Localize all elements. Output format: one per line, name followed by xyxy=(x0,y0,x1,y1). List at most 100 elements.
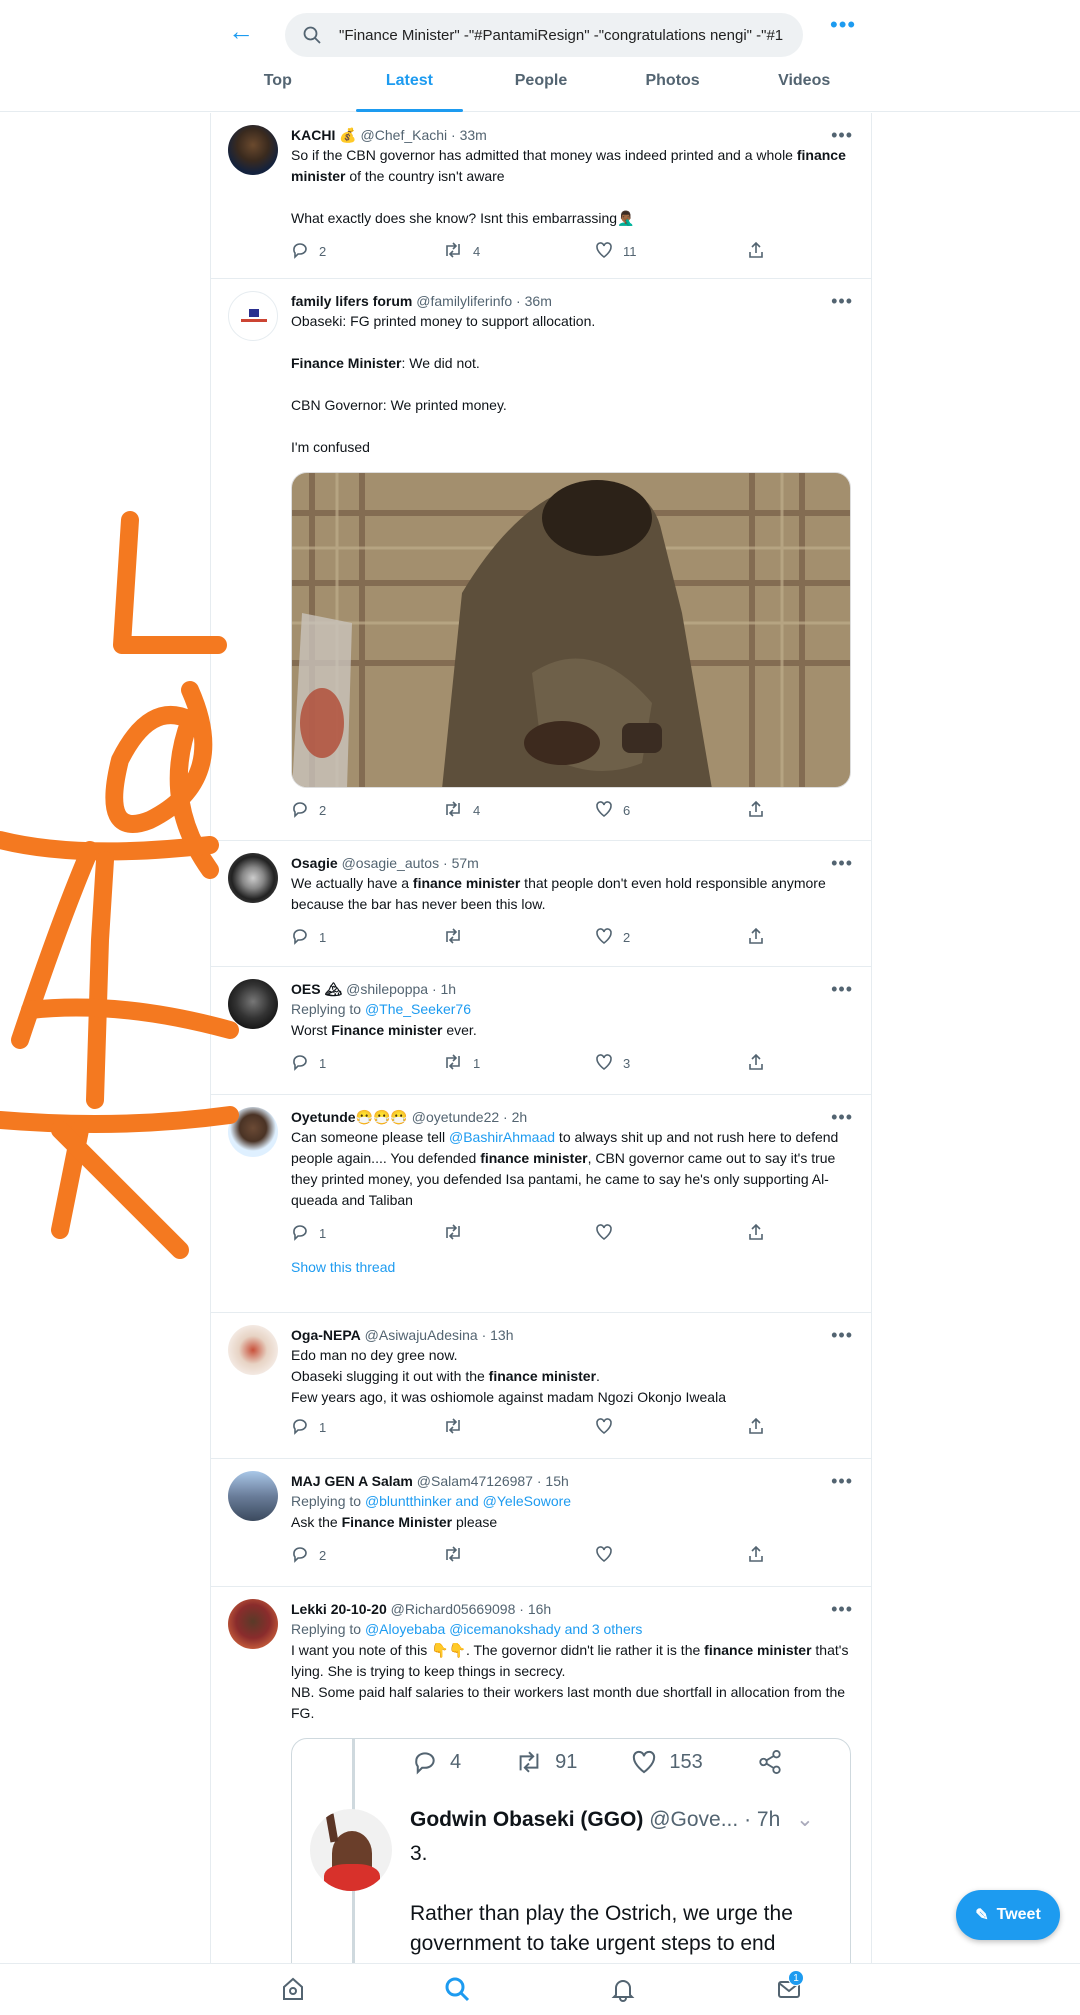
tweet-more-icon[interactable]: ••• xyxy=(831,1471,853,1492)
avatar[interactable] xyxy=(228,125,278,175)
tab-top[interactable]: Top xyxy=(212,66,344,112)
reply-button[interactable]: 2 xyxy=(291,1545,443,1566)
mention-link[interactable]: @bluntthinker and @YeleSowore xyxy=(365,1493,571,1509)
share-button[interactable] xyxy=(747,927,765,948)
quote-retweet-button[interactable]: 91 xyxy=(515,1749,577,1775)
tweet[interactable]: OES 🏔 @shilepoppa · 1h ••• Replying to @… xyxy=(211,967,871,1095)
tweet[interactable]: family lifers forum @familyliferinfo · 3… xyxy=(211,279,871,841)
retweet-button[interactable] xyxy=(443,927,595,948)
author-handle[interactable]: @familyliferinfo xyxy=(416,293,512,309)
tweet-more-icon[interactable]: ••• xyxy=(831,1107,853,1128)
reply-button[interactable]: 2 xyxy=(291,241,443,262)
tab-latest[interactable]: Latest xyxy=(344,66,476,112)
avatar[interactable] xyxy=(228,291,278,341)
reply-button[interactable]: 2 xyxy=(291,800,443,821)
heart-icon xyxy=(633,1750,656,1774)
author-handle[interactable]: @oyetunde22 xyxy=(412,1109,499,1125)
avatar[interactable] xyxy=(228,1107,278,1157)
tweet[interactable]: Osagie @osagie_autos · 57m ••• We actual… xyxy=(211,841,871,967)
tweet-more-icon[interactable]: ••• xyxy=(831,1599,853,1620)
author-handle[interactable]: @Chef_Kachi xyxy=(361,127,448,143)
search-input[interactable]: "Finance Minister" -"#PantamiResign" -"c… xyxy=(285,13,803,57)
nav-search-icon[interactable] xyxy=(444,1976,470,2007)
retweet-button[interactable] xyxy=(443,1545,595,1566)
reply-button[interactable]: 1 xyxy=(291,1053,443,1074)
tweet[interactable]: KACHI 💰 @Chef_Kachi · 33m ••• So if the … xyxy=(211,113,871,279)
tweet-more-icon[interactable]: ••• xyxy=(831,125,853,146)
retweet-button[interactable] xyxy=(443,1417,595,1438)
tweet[interactable]: Lekki 20-10-20 @Richard05669098 · 16h ••… xyxy=(211,1587,871,1963)
tweet[interactable]: Oyetunde😷😷😷 @oyetunde22 · 2h ••• Can som… xyxy=(211,1095,871,1313)
like-button[interactable]: 6 xyxy=(595,800,747,821)
like-button[interactable] xyxy=(595,1545,747,1566)
quoted-author-name[interactable]: Godwin Obaseki (GGO) xyxy=(410,1808,643,1831)
reply-button[interactable]: 1 xyxy=(291,1223,443,1244)
author-name[interactable]: OES 🏔 xyxy=(291,981,342,997)
retweet-button[interactable]: 1 xyxy=(443,1053,595,1074)
author-handle[interactable]: @AsiwajuAdesina xyxy=(365,1327,478,1343)
quoted-tweet[interactable]: 4 91 153 Godwin Obaseki (GGO) @Gove... ·… xyxy=(291,1738,851,1963)
retweet-button[interactable]: 4 xyxy=(443,800,595,821)
like-button[interactable]: 11 xyxy=(595,241,747,262)
mention-link[interactable]: @BashirAhmaad xyxy=(449,1129,555,1145)
highlight: Finance Minister xyxy=(291,355,402,371)
author-handle[interactable]: @shilepoppa xyxy=(346,981,428,997)
quote-share-button[interactable] xyxy=(757,1749,783,1775)
compose-tweet-button[interactable]: ✎ Tweet xyxy=(956,1890,1060,1940)
quote-reply-button[interactable]: 4 xyxy=(412,1749,461,1775)
tweet-more-icon[interactable]: ••• xyxy=(831,291,853,312)
tweet-more-icon[interactable]: ••• xyxy=(831,1325,853,1346)
back-arrow-icon[interactable]: ← xyxy=(228,16,254,47)
tweet-image[interactable] xyxy=(291,472,851,788)
tab-videos[interactable]: Videos xyxy=(738,66,870,112)
share-button[interactable] xyxy=(747,1545,765,1566)
quoted-author-handle[interactable]: @Gove... xyxy=(649,1808,738,1831)
author-handle[interactable]: @Salam47126987 xyxy=(417,1473,533,1489)
avatar[interactable] xyxy=(228,979,278,1029)
tweet[interactable]: MAJ GEN A Salam @Salam47126987 · 15h •••… xyxy=(211,1459,871,1587)
avatar[interactable] xyxy=(228,1471,278,1521)
quote-like-button[interactable]: 153 xyxy=(631,1749,703,1775)
avatar[interactable] xyxy=(228,853,278,903)
tweet-more-icon[interactable]: ••• xyxy=(831,853,853,874)
nav-messages-icon[interactable]: 1 xyxy=(776,1970,804,2007)
more-options-icon[interactable]: ••• xyxy=(830,12,856,38)
retweet-button[interactable]: 4 xyxy=(443,241,595,262)
avatar[interactable] xyxy=(228,1599,278,1649)
reply-button[interactable]: 1 xyxy=(291,927,443,948)
tweet[interactable]: Oga-NEPA @AsiwajuAdesina · 13h ••• Edo m… xyxy=(211,1313,871,1459)
chevron-down-icon[interactable]: ⌄ xyxy=(796,1808,814,1831)
like-button[interactable]: 3 xyxy=(595,1053,747,1074)
share-button[interactable] xyxy=(747,1053,765,1074)
nav-notifications-icon[interactable] xyxy=(610,1976,636,2007)
author-name[interactable]: KACHI 💰 xyxy=(291,127,357,143)
author-name[interactable]: family lifers forum xyxy=(291,293,412,309)
like-button[interactable]: 2 xyxy=(595,927,747,948)
share-button[interactable] xyxy=(747,1417,765,1438)
share-button[interactable] xyxy=(747,241,765,262)
quoted-avatar[interactable] xyxy=(310,1809,392,1891)
retweet-button[interactable] xyxy=(443,1223,595,1244)
author-handle[interactable]: @osagie_autos xyxy=(342,855,440,871)
like-button[interactable] xyxy=(595,1417,747,1438)
reply-button[interactable]: 1 xyxy=(291,1417,443,1438)
tab-photos[interactable]: Photos xyxy=(607,66,739,112)
share-button[interactable] xyxy=(747,1223,765,1244)
retweet-icon xyxy=(443,1545,463,1566)
mention-link[interactable]: @The_Seeker76 xyxy=(365,1001,471,1017)
avatar[interactable] xyxy=(228,1325,278,1375)
share-button[interactable] xyxy=(747,800,765,821)
like-button[interactable] xyxy=(595,1223,747,1244)
mention-link[interactable]: @Aloyebaba @icemanokshady and 3 others xyxy=(365,1621,642,1637)
author-name[interactable]: Oyetunde😷😷😷 xyxy=(291,1109,408,1125)
author-name[interactable]: Oga-NEPA xyxy=(291,1327,361,1343)
nav-home-icon[interactable] xyxy=(280,1976,306,2007)
author-handle[interactable]: @Richard05669098 xyxy=(391,1601,516,1617)
show-thread-link[interactable]: Show this thread xyxy=(291,1255,853,1289)
tweet-more-icon[interactable]: ••• xyxy=(831,979,853,1000)
author-name[interactable]: Osagie xyxy=(291,855,338,871)
author-name[interactable]: MAJ GEN A Salam xyxy=(291,1473,413,1489)
message-badge: 1 xyxy=(788,1970,804,1986)
author-name[interactable]: Lekki 20-10-20 xyxy=(291,1601,387,1617)
tab-people[interactable]: People xyxy=(475,66,607,112)
